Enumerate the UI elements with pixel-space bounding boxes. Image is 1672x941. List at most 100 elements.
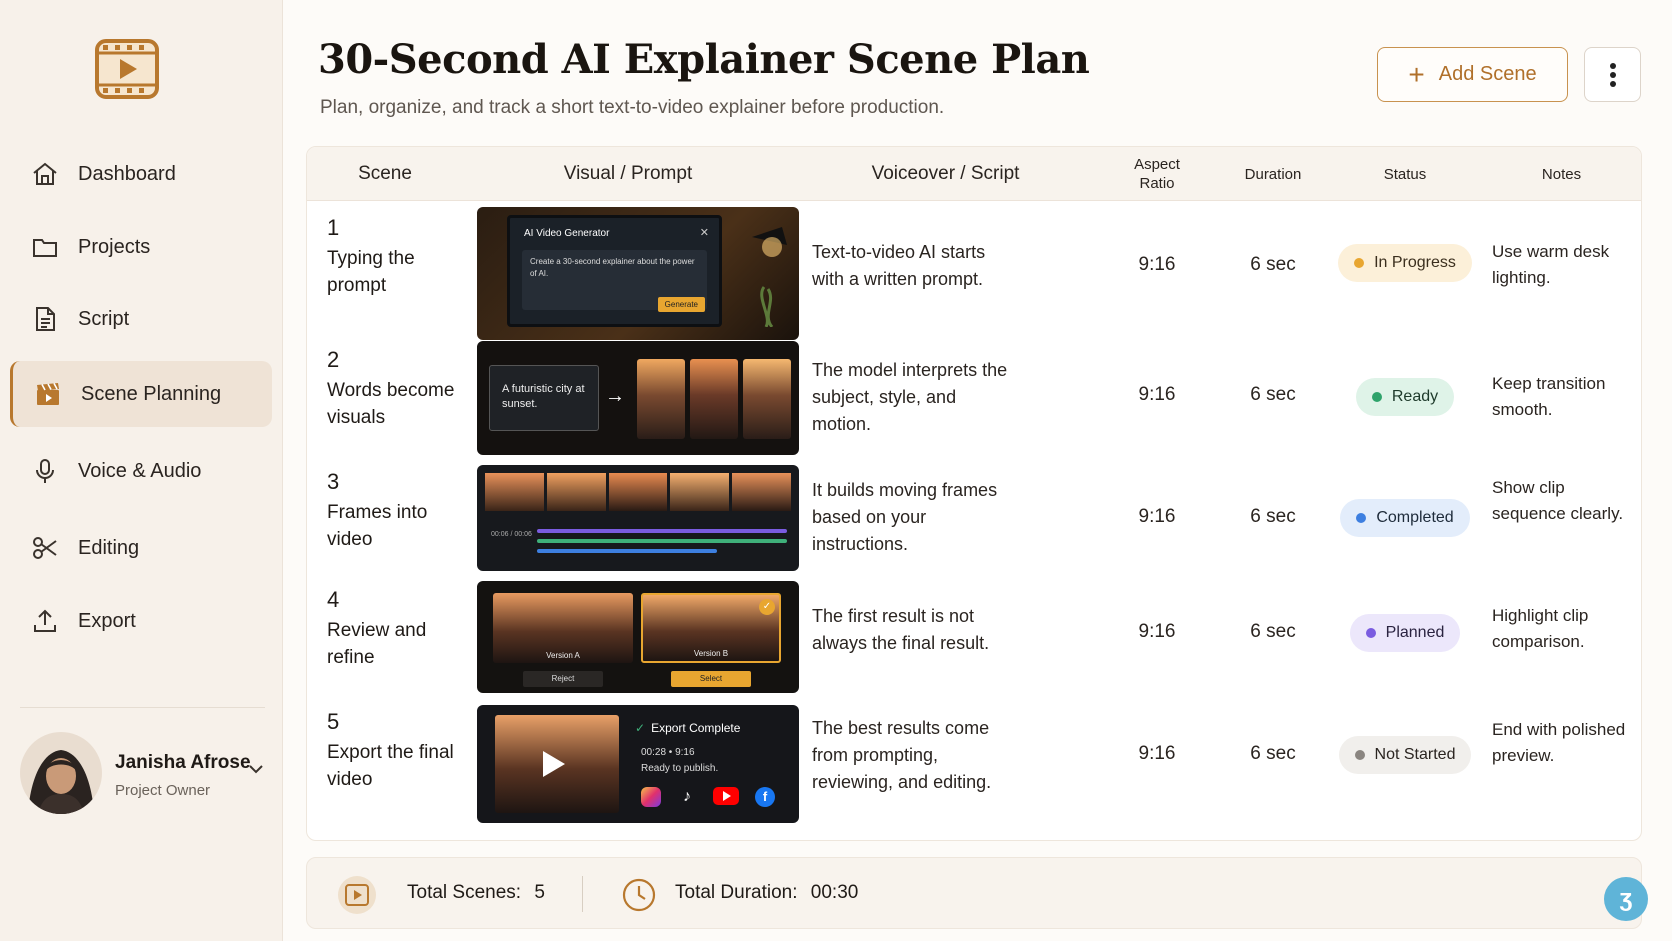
instagram-icon[interactable] <box>641 787 661 807</box>
plus-icon: + <box>1408 58 1425 90</box>
document-icon <box>30 304 60 334</box>
notes-text: Show clip sequence clearly. <box>1492 478 1624 523</box>
table-row[interactable]: 5 Export the final video ✓ Export Complet… <box>307 693 1641 823</box>
table-row[interactable]: 2 Words become visuals A futuristic city… <box>307 337 1641 461</box>
sidebar-item-export[interactable]: Export <box>10 588 272 654</box>
status-label: Planned <box>1385 624 1445 641</box>
status-badge[interactable]: Not Started <box>1338 736 1472 774</box>
table-row[interactable]: 1 Typing the prompt AI Video Generator ✕… <box>307 201 1641 340</box>
total-scenes-label: Total Scenes: <box>407 882 522 903</box>
arrow-right-icon: → <box>605 385 625 407</box>
export-ready: Ready to publish. <box>641 763 719 774</box>
chevron-down-icon[interactable] <box>245 758 267 780</box>
status-dot <box>1371 392 1382 402</box>
timeline-frames <box>485 473 791 511</box>
home-icon <box>30 159 60 189</box>
table-row[interactable]: 3 Frames into video 00:06 / 00:06 It bui… <box>307 461 1641 577</box>
kebab-menu-icon <box>1609 62 1616 87</box>
status-dot <box>1354 258 1365 268</box>
youtube-icon[interactable] <box>713 787 739 805</box>
notes-text: Highlight clip comparison. <box>1492 606 1589 651</box>
status-label: Completed <box>1376 509 1454 526</box>
play-icon <box>543 751 565 777</box>
col-aspect-line1: Aspect <box>1134 156 1180 173</box>
city-frame <box>637 359 685 439</box>
export-complete-title: ✓ Export Complete <box>635 721 740 735</box>
scene-title: Export the final video <box>327 742 454 790</box>
voiceover-text: It builds moving frames based on your in… <box>812 480 998 554</box>
sidebar-item-label: Dashboard <box>78 162 176 185</box>
sidebar-item-script[interactable]: Script <box>10 286 272 352</box>
col-scene: Scene <box>358 163 412 184</box>
status-label: In Progress <box>1374 254 1456 271</box>
col-duration: Duration <box>1244 165 1302 183</box>
total-scenes-value: 5 <box>534 882 545 903</box>
status-dot <box>1356 513 1367 523</box>
folder-icon <box>30 232 60 262</box>
video-logo-icon[interactable] <box>94 38 160 100</box>
scene-thumbnail[interactable]: ✓ Export Complete 00:28 • 9:16 Ready to p… <box>477 705 799 823</box>
assistant-fab-icon[interactable]: ʒ <box>1604 877 1648 921</box>
scene-thumbnail[interactable]: A futuristic city at sunset. → <box>477 341 799 455</box>
sidebar-item-projects[interactable]: Projects <box>10 214 272 280</box>
duration: 6 sec <box>1250 506 1296 527</box>
scene-thumbnail[interactable]: Version A ✓ Version B Reject Select <box>477 581 799 693</box>
notes-text: End with polished preview. <box>1492 720 1626 765</box>
check-icon: ✓ <box>635 721 646 735</box>
sidebar-item-scene-planning[interactable]: Scene Planning <box>10 361 272 427</box>
scene-thumbnail[interactable]: AI Video Generator ✕ Create a 30-second … <box>477 207 799 340</box>
facebook-icon[interactable]: f <box>755 787 775 807</box>
page-subtitle: Plan, organize, and track a short text-t… <box>320 97 945 118</box>
reject-button: Reject <box>523 671 603 687</box>
scene-thumbnail[interactable]: 00:06 / 00:06 <box>477 465 799 571</box>
voiceover-text: The model interprets the subject, style,… <box>812 360 1008 434</box>
duration: 6 sec <box>1250 384 1296 405</box>
timecode: 00:06 / 00:06 <box>491 531 532 538</box>
user-profile[interactable]: Janisha Afrose Project Owner <box>20 730 270 820</box>
export-complete-label: Export Complete <box>651 721 741 735</box>
scene-number: 1 <box>327 215 340 240</box>
sidebar-item-label: Voice & Audio <box>78 459 202 482</box>
status-cell: Not Started <box>1330 736 1480 774</box>
preview-frame <box>495 715 619 813</box>
microphone-icon <box>30 456 60 486</box>
user-role: Project Owner <box>115 782 211 799</box>
status-badge[interactable]: In Progress <box>1338 244 1472 282</box>
col-visual: Visual / Prompt <box>563 163 693 184</box>
aspect-ratio: 9:16 <box>1138 506 1176 527</box>
sidebar-item-dashboard[interactable]: Dashboard <box>10 141 272 207</box>
sidebar-item-label: Scene Planning <box>81 382 222 405</box>
timeline-track <box>537 549 717 553</box>
status-cell: In Progress <box>1330 244 1480 282</box>
sidebar-item-editing[interactable]: Editing <box>10 515 272 581</box>
city-frame <box>743 359 791 439</box>
scene-cell: 3 Frames into video <box>327 469 457 553</box>
status-badge[interactable]: Planned <box>1349 614 1461 652</box>
status-cell: Ready <box>1330 378 1480 416</box>
social-icons: ♪ f <box>641 787 775 807</box>
duration: 6 sec <box>1250 254 1296 275</box>
add-scene-label: Add Scene <box>1438 63 1537 85</box>
thumb-generate-button: Generate <box>657 297 705 312</box>
status-dot <box>1354 750 1365 760</box>
aspect-ratio: 9:16 <box>1138 621 1176 642</box>
footer-divider <box>582 876 583 912</box>
scene-title: Typing the prompt <box>327 248 415 296</box>
tiktok-icon[interactable]: ♪ <box>677 787 697 807</box>
more-options-button[interactable] <box>1584 47 1641 102</box>
status-dot <box>1365 628 1376 638</box>
aspect-ratio: 9:16 <box>1138 743 1176 764</box>
page-title: 30-Second AI Explainer Scene Plan <box>318 36 1090 83</box>
scene-number: 5 <box>327 709 340 734</box>
table-row[interactable]: 4 Review and refine Version A ✓ Version … <box>307 577 1641 693</box>
voiceover-text: Text-to-video AI starts with a written p… <box>812 242 986 289</box>
select-button: Select <box>671 671 751 687</box>
add-scene-button[interactable]: + Add Scene <box>1377 47 1568 102</box>
status-badge[interactable]: Completed <box>1340 499 1470 537</box>
version-a-label: Version A <box>546 651 580 660</box>
sidebar-item-voice-audio[interactable]: Voice & Audio <box>10 438 272 504</box>
status-label: Not Started <box>1374 746 1456 763</box>
status-badge[interactable]: Ready <box>1355 378 1455 416</box>
notes-text: Use warm desk lighting. <box>1492 242 1610 287</box>
clapperboard-icon <box>33 379 63 409</box>
